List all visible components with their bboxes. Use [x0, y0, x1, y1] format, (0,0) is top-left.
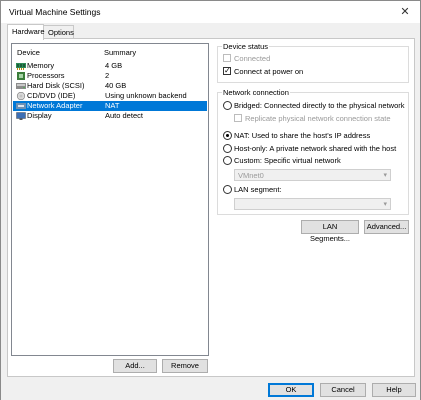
device-name: Display: [27, 111, 52, 120]
chevron-down-icon: ▾: [383, 172, 387, 179]
device-status-legend: Device status: [222, 42, 270, 51]
close-icon[interactable]: ✕: [396, 4, 414, 20]
tab-options-label: Options: [48, 28, 74, 37]
device-name: CD/DVD (IDE): [27, 91, 76, 100]
lan-segment-label: LAN segment:: [234, 185, 282, 194]
title-bar: Virtual Machine Settings ✕: [1, 1, 420, 23]
column-header-device[interactable]: Device: [17, 48, 40, 57]
device-summary: Using unknown backend: [105, 91, 187, 100]
device-row-memory[interactable]: Memory 4 GB: [13, 61, 207, 71]
device-summary: 40 GB: [105, 81, 127, 90]
help-button[interactable]: Help: [372, 383, 416, 397]
host-only-label: Host-only: A private network shared with…: [234, 144, 397, 153]
device-name: Processors: [27, 71, 65, 80]
replicate-label: Replicate physical network connection st…: [245, 114, 391, 123]
nat-radio[interactable]: [223, 131, 232, 140]
radio-selected-dot: [226, 134, 229, 137]
replicate-checkbox[interactable]: [234, 114, 242, 122]
connected-checkbox[interactable]: [223, 54, 231, 62]
ok-button[interactable]: OK: [268, 383, 314, 397]
device-row-processors[interactable]: Processors 2: [13, 71, 207, 81]
lan-segments-button[interactable]: LAN Segments...: [301, 220, 359, 243]
advanced-button[interactable]: Advanced...: [364, 220, 409, 234]
memory-icon: [16, 63, 26, 70]
chevron-down-icon: ▾: [383, 201, 387, 208]
network-connection-legend: Network connection: [222, 88, 290, 97]
add-button[interactable]: Add...: [113, 359, 157, 373]
device-name: Memory: [27, 61, 55, 70]
device-name: Hard Disk (SCSI): [27, 81, 85, 90]
device-summary: NAT: [105, 101, 120, 110]
device-list[interactable]: Device Summary Memory 4 GB Processors 2: [11, 43, 209, 356]
device-name: Network Adapter: [27, 101, 83, 110]
device-summary: 2: [105, 71, 110, 80]
device-summary: 4 GB: [105, 61, 123, 70]
device-row-cd-dvd[interactable]: CD/DVD (IDE) Using unknown backend: [13, 91, 207, 101]
cancel-button[interactable]: Cancel: [320, 383, 366, 397]
dialog-footer: OK Cancel Help: [1, 378, 420, 400]
device-row-network-adapter[interactable]: Network Adapter NAT: [13, 101, 207, 111]
vm-settings-window: Virtual Machine Settings ✕ Hardware Opti…: [0, 0, 421, 400]
device-list-header: Device Summary: [12, 44, 208, 58]
window-title: Virtual Machine Settings: [9, 7, 101, 17]
host-only-radio[interactable]: [223, 144, 232, 153]
remove-button[interactable]: Remove: [162, 359, 208, 373]
checkmark-icon: ✓: [224, 66, 231, 75]
processor-icon: [17, 72, 25, 80]
custom-label: Custom: Specific virtual network: [234, 156, 341, 165]
bridged-radio[interactable]: [223, 101, 232, 110]
device-summary: Auto detect: [105, 111, 143, 120]
lan-segment-radio[interactable]: [223, 185, 232, 194]
cd-dvd-icon: [16, 92, 26, 100]
connected-label: Connected: [234, 54, 271, 63]
device-row-display[interactable]: Display Auto detect: [13, 111, 207, 121]
nat-label: NAT: Used to share the host's IP address: [234, 131, 371, 140]
tab-options[interactable]: Options: [43, 25, 74, 39]
custom-network-select[interactable]: VMnet0 ▾: [234, 169, 391, 181]
connect-at-power-on-label: Connect at power on: [234, 67, 304, 76]
network-connection-group: Network connection Bridged: Connected di…: [217, 88, 409, 215]
column-header-summary[interactable]: Summary: [104, 48, 136, 57]
device-status-group: Device status Connected ✓ Connect at pow…: [217, 42, 409, 83]
hard-disk-icon: [16, 83, 26, 89]
network-adapter-icon: [16, 103, 26, 109]
custom-network-value: VMnet0: [238, 171, 264, 180]
connect-at-power-on-checkbox[interactable]: ✓: [223, 66, 231, 75]
lan-segment-select[interactable]: ▾: [234, 198, 391, 210]
device-row-hard-disk[interactable]: Hard Disk (SCSI) 40 GB: [13, 81, 207, 91]
custom-radio[interactable]: [223, 156, 232, 165]
tab-hardware[interactable]: Hardware: [7, 24, 45, 40]
display-icon: [16, 112, 26, 120]
tab-hardware-label: Hardware: [12, 27, 45, 36]
bridged-label: Bridged: Connected directly to the physi…: [234, 101, 405, 110]
